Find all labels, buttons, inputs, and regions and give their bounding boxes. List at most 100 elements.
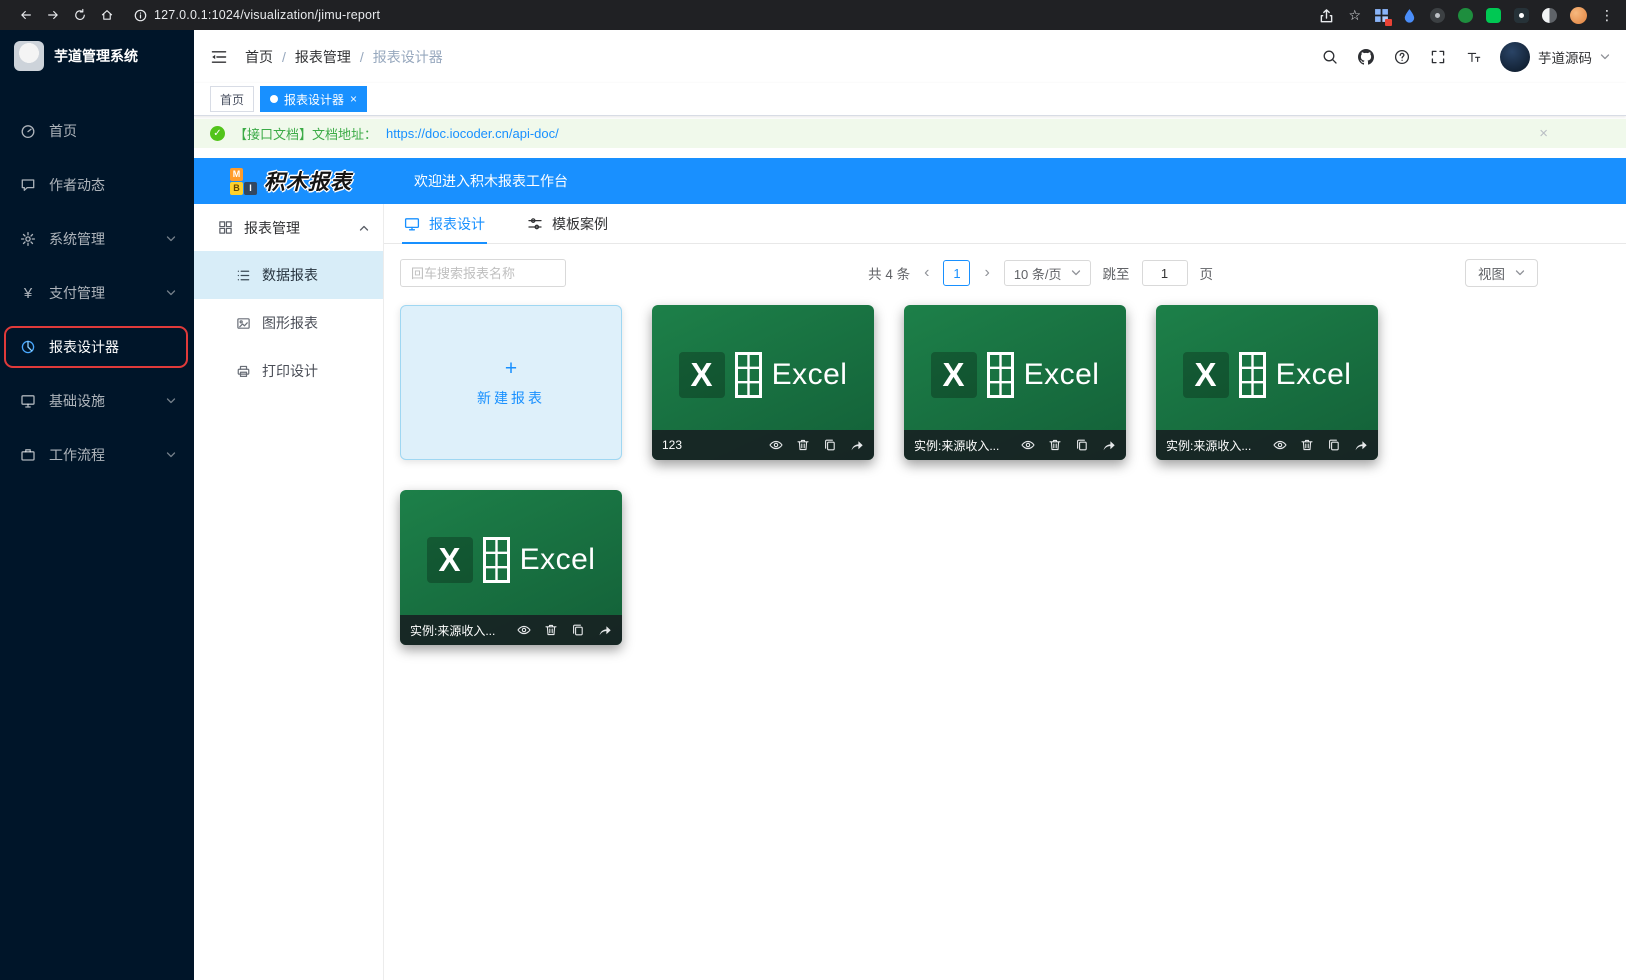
jimu-logo[interactable]: M B I 积木报表: [230, 166, 352, 196]
copy-icon[interactable]: [1075, 438, 1089, 452]
search-icon[interactable]: [1320, 47, 1339, 66]
extension-drop-icon[interactable]: [1402, 8, 1417, 23]
welcome-text: 欢迎进入积木报表工作台: [414, 171, 568, 191]
new-report-card[interactable]: + 新建报表: [400, 305, 622, 460]
sidebar-item-home[interactable]: 首页: [0, 104, 194, 158]
browser-profile-avatar[interactable]: [1570, 7, 1587, 24]
font-size-icon[interactable]: [1464, 47, 1483, 66]
notice-link[interactable]: https://doc.iocoder.cn/api-doc/: [386, 126, 559, 141]
list-icon: [236, 268, 251, 283]
forward-icon[interactable]: [39, 3, 66, 27]
sidebar-item-report-designer[interactable]: 报表设计器: [0, 320, 194, 374]
report-card[interactable]: X Excel 实例:来源收入...: [904, 305, 1126, 460]
chevron-down-icon: [166, 288, 176, 298]
app-logo[interactable]: 芋道管理系统: [0, 30, 194, 82]
image-icon: [236, 316, 251, 331]
sidebar-menu: 首页 作者动态 系统管理 ¥ 支付管理 报表设: [0, 104, 194, 482]
github-icon[interactable]: [1356, 47, 1375, 66]
view-select[interactable]: 视图: [1465, 259, 1538, 287]
delete-icon[interactable]: [1300, 438, 1314, 452]
sidebar-item-author[interactable]: 作者动态: [0, 158, 194, 212]
collapse-sidebar-icon[interactable]: [210, 48, 228, 66]
card-footer: 123: [652, 430, 874, 460]
bookmark-star-icon[interactable]: ☆: [1348, 7, 1361, 24]
user-menu[interactable]: 芋道源码: [1500, 42, 1610, 72]
fullscreen-icon[interactable]: [1428, 47, 1447, 66]
excel-logo: X Excel: [1183, 352, 1352, 398]
report-card[interactable]: X Excel 123: [652, 305, 874, 460]
breadcrumb-report-mgmt[interactable]: 报表管理: [295, 47, 351, 67]
report-card[interactable]: X Excel 实例:来源收入...: [400, 490, 622, 645]
extension-contrast-icon[interactable]: [1542, 8, 1557, 23]
page-size-select[interactable]: 10 条/页: [1004, 260, 1091, 286]
excel-x-icon: X: [931, 352, 977, 398]
share-icon[interactable]: [1317, 6, 1335, 24]
sidebar-item-workflow[interactable]: 工作流程: [0, 428, 194, 482]
report-card[interactable]: X Excel 实例:来源收入...: [1156, 305, 1378, 460]
share-icon[interactable]: [598, 623, 612, 637]
preview-icon[interactable]: [1273, 438, 1287, 452]
report-search-input[interactable]: [400, 259, 566, 287]
extension-badge: [1385, 19, 1392, 26]
app-logo-image: [14, 41, 44, 71]
monitor-icon: [20, 393, 36, 409]
sidebar-item-system[interactable]: 系统管理: [0, 212, 194, 266]
copy-icon[interactable]: [1327, 438, 1341, 452]
close-notice-icon[interactable]: ×: [1539, 125, 1548, 142]
tab-home[interactable]: 首页: [210, 86, 254, 112]
panel-header-report-mgmt[interactable]: 报表管理: [194, 204, 383, 251]
card-footer: 实例:来源收入...: [400, 615, 622, 645]
browser-menu-icon[interactable]: ⋮: [1600, 7, 1614, 24]
copy-icon[interactable]: [571, 623, 585, 637]
chevron-down-icon: [166, 450, 176, 460]
card-title: 实例:来源收入...: [914, 437, 1008, 454]
tab-template-examples[interactable]: 模板案例: [525, 204, 610, 243]
card-title: 实例:来源收入...: [1166, 437, 1260, 454]
extension-puzzle-icon[interactable]: [1486, 8, 1501, 23]
back-icon[interactable]: [12, 3, 39, 27]
tab-report-designer[interactable]: 报表设计器 ×: [260, 86, 367, 112]
panel-item-print-design[interactable]: 打印设计: [194, 347, 383, 395]
chevron-down-icon: [1600, 52, 1610, 62]
home-icon[interactable]: [93, 3, 120, 27]
sidebar-item-infrastructure[interactable]: 基础设施: [0, 374, 194, 428]
next-page-icon[interactable]: ›: [982, 264, 991, 282]
copy-icon[interactable]: [823, 438, 837, 452]
yen-icon: ¥: [20, 285, 36, 302]
extension-bug-icon[interactable]: [1514, 8, 1529, 23]
panel-item-data-report[interactable]: 数据报表: [194, 251, 383, 299]
browser-chrome: 127.0.0.1:1024/visualization/jimu-report…: [0, 0, 1626, 30]
panel-item-chart-report[interactable]: 图形报表: [194, 299, 383, 347]
extensions-grid-icon[interactable]: [1374, 8, 1389, 23]
preview-icon[interactable]: [1021, 438, 1035, 452]
jimu-banner: M B I 积木报表 欢迎进入积木报表工作台: [194, 158, 1626, 204]
user-name: 芋道源码: [1538, 47, 1592, 67]
delete-icon[interactable]: [1048, 438, 1062, 452]
extension-green-icon[interactable]: [1458, 8, 1473, 23]
extension-dark-icon[interactable]: [1430, 8, 1445, 23]
address-bar[interactable]: 127.0.0.1:1024/visualization/jimu-report: [134, 8, 380, 22]
prev-page-icon[interactable]: ‹: [922, 264, 931, 282]
close-tab-icon[interactable]: ×: [350, 92, 357, 106]
screen: 127.0.0.1:1024/visualization/jimu-report…: [0, 0, 1626, 980]
current-page[interactable]: 1: [943, 260, 970, 286]
delete-icon[interactable]: [544, 623, 558, 637]
report-main: 报表设计 模板案例 共 4 条 ‹ 1: [384, 204, 1626, 980]
preview-icon[interactable]: [769, 438, 783, 452]
delete-icon[interactable]: [796, 438, 810, 452]
jump-label: 跳至: [1103, 263, 1130, 283]
tab-report-design[interactable]: 报表设计: [402, 204, 487, 243]
excel-x-icon: X: [679, 352, 725, 398]
reload-icon[interactable]: [66, 3, 93, 27]
jump-page-input[interactable]: [1142, 260, 1188, 286]
sidebar-item-payment[interactable]: ¥ 支付管理: [0, 266, 194, 320]
share-icon[interactable]: [1354, 438, 1368, 452]
excel-logo: X Excel: [931, 352, 1100, 398]
share-icon[interactable]: [1102, 438, 1116, 452]
toolbar: 共 4 条 ‹ 1 › 10 条/页 跳至 页: [384, 244, 1626, 299]
share-icon[interactable]: [850, 438, 864, 452]
breadcrumb: 首页 / 报表管理 / 报表设计器: [245, 47, 443, 67]
preview-icon[interactable]: [517, 623, 531, 637]
help-icon[interactable]: [1392, 47, 1411, 66]
breadcrumb-home[interactable]: 首页: [245, 47, 273, 67]
